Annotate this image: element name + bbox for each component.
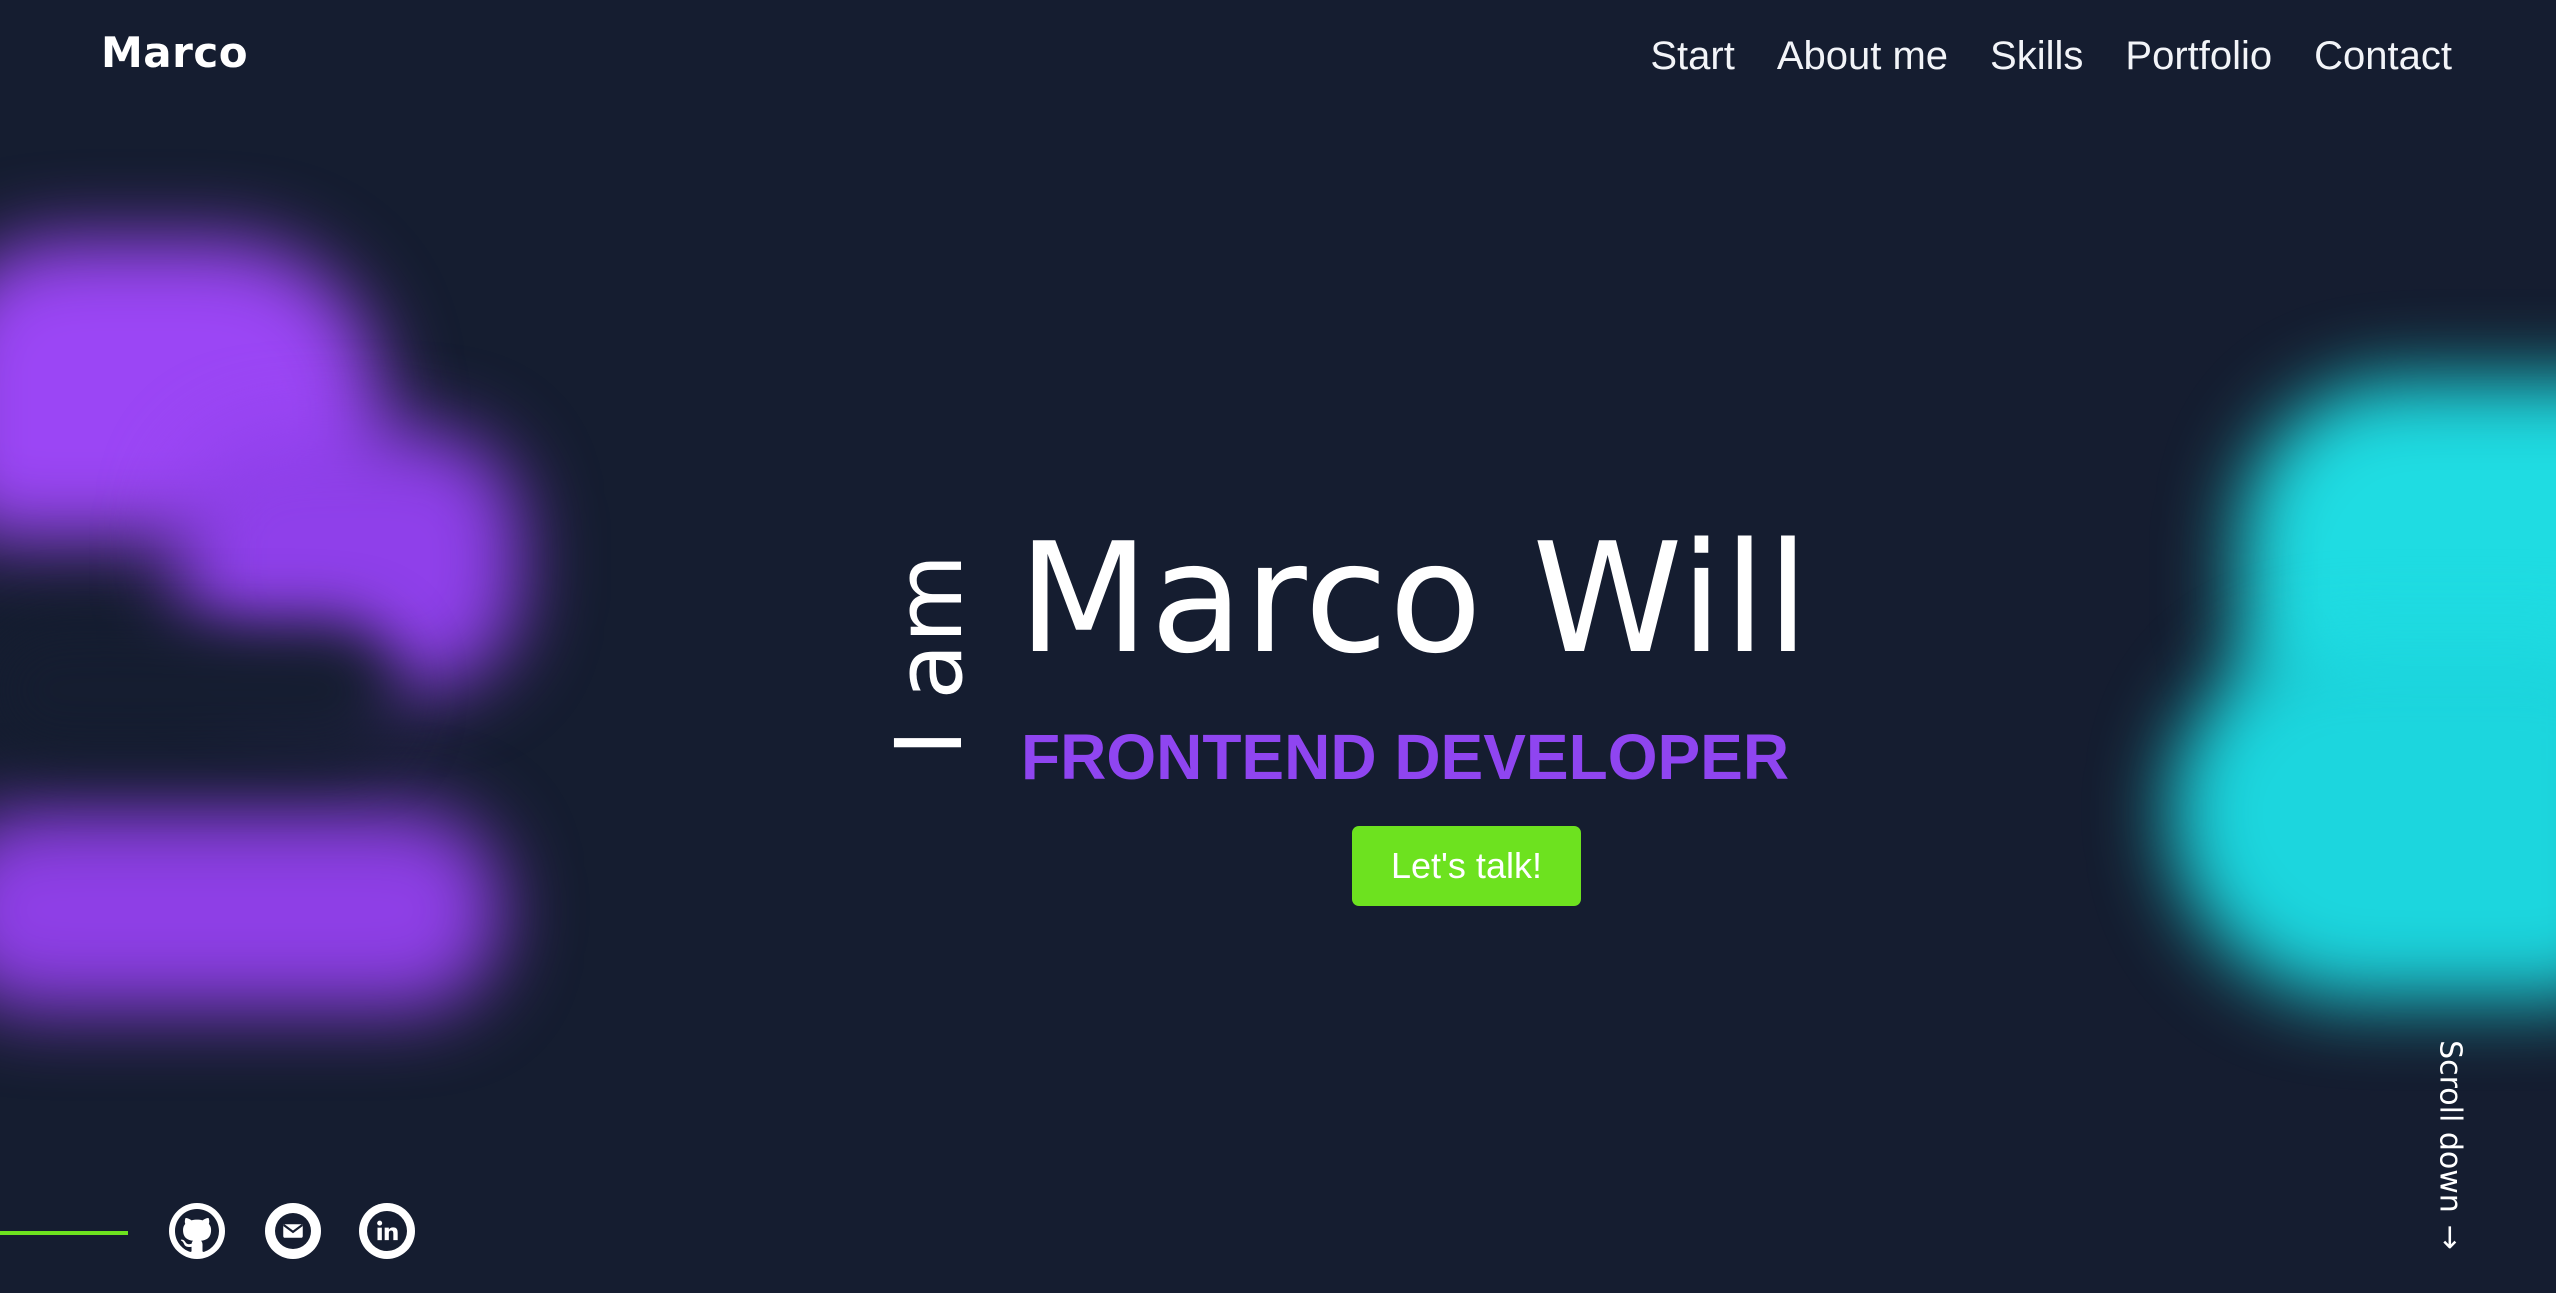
mail-icon — [275, 1213, 311, 1249]
arrow-right-icon: → — [2432, 1224, 2468, 1250]
email-link[interactable] — [265, 1203, 321, 1259]
scroll-down[interactable]: Scroll down → — [2420, 1035, 2480, 1255]
nav-portfolio[interactable]: Portfolio — [2125, 34, 2272, 79]
nav-start[interactable]: Start — [1650, 34, 1734, 79]
lets-talk-button[interactable]: Let's talk! — [1352, 826, 1581, 906]
scroll-down-inner: Scroll down → — [2433, 1040, 2468, 1250]
hero-name: Marco Will — [1018, 510, 1810, 687]
linkedin-link[interactable] — [359, 1203, 415, 1259]
landing-page: Marco Start About me Skills Portfolio Co… — [0, 0, 2556, 1293]
github-link[interactable] — [169, 1203, 225, 1259]
social-divider-line — [0, 1231, 128, 1235]
hero-prefix-text: I am — [876, 553, 983, 757]
purple-blob-bottom — [0, 810, 500, 1010]
scroll-down-label: Scroll down — [2432, 1040, 2468, 1213]
hero-prefix: I am — [876, 540, 983, 770]
nav-skills[interactable]: Skills — [1990, 34, 2083, 79]
hero-role: FRONTEND DEVELOPER — [1021, 721, 1790, 793]
nav-contact[interactable]: Contact — [2314, 34, 2452, 79]
main-nav: Start About me Skills Portfolio Contact — [1650, 34, 2452, 79]
nav-about-me[interactable]: About me — [1777, 34, 1948, 79]
github-icon — [175, 1209, 219, 1252]
linkedin-icon — [367, 1211, 407, 1251]
dark-blob-gap — [0, 620, 400, 760]
site-logo[interactable]: Marco — [101, 28, 248, 77]
cyan-blob-bottom — [2170, 640, 2556, 1000]
